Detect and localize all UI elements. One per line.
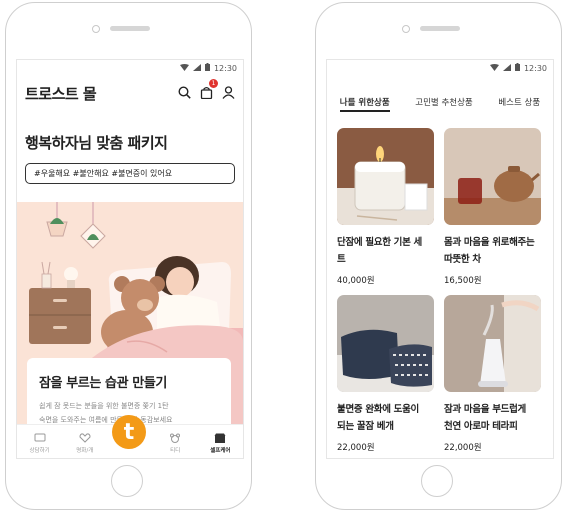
heart-icon	[79, 433, 91, 443]
card-title: 잠을 부르는 습관 만들기	[39, 376, 167, 391]
signal-icon	[192, 63, 201, 73]
home-button	[421, 465, 453, 497]
phone-right: 12:30 나를 위한상품 고민별 추천상품 베스트 상품 단잠에 필요한 기본…	[315, 2, 562, 510]
tab-label: 상담하기	[29, 448, 50, 454]
app-bar: 트로스트 몰 1	[17, 76, 243, 110]
signal-icon	[502, 63, 511, 73]
product-name-line: 천연 아로마 테라피	[444, 421, 518, 432]
status-time: 12:30	[213, 63, 237, 73]
product-image-diffuser	[444, 295, 541, 392]
product-name-line: 몸과 마음을 위로해주는	[444, 237, 535, 248]
product-price: 22,000원	[444, 443, 482, 453]
product-image-candle	[337, 128, 434, 225]
product-name-line: 잠과 마음을 부드럽게	[444, 404, 526, 415]
speaker	[420, 26, 460, 31]
tab-tidi[interactable]: 티디	[155, 433, 195, 454]
cart-button[interactable]: 1	[200, 78, 218, 103]
front-camera	[92, 25, 100, 33]
product-name: 불면증 완화에 도움이 되는 꿀잠 베개	[337, 401, 434, 435]
product-image-tea	[444, 128, 541, 225]
battery-icon	[204, 63, 210, 73]
product-name-line: 따뜻한 차	[444, 254, 481, 265]
concern-tags[interactable]: #우울해요 #불안해요 #불면증이 있어요	[25, 163, 235, 184]
speaker	[110, 26, 150, 31]
tab-by-concern[interactable]: 고민별 추천상품	[415, 96, 472, 112]
wifi-icon	[489, 63, 499, 73]
wifi-icon	[179, 63, 189, 73]
product-name: 몸과 마음을 위로해주는 따뜻한 차	[444, 234, 541, 268]
tab-label: 티디	[170, 448, 181, 454]
product-name-line: 단잠에 필요한 기본 세	[337, 237, 422, 248]
tab-best[interactable]: 베스트 상품	[498, 96, 540, 112]
battery-icon	[514, 63, 520, 73]
product-name-line: 되는 꿀잠 베개	[337, 421, 394, 432]
screen-left: 12:30 트로스트 몰 1 행복하자님 맞춤 패키지 #우울해요 #불안해요 …	[16, 59, 244, 459]
home-button	[111, 465, 143, 497]
app-title: 트로스트 몰	[25, 84, 97, 103]
status-bar: 12:30	[17, 60, 243, 76]
tab-label: 셀프케어	[210, 448, 231, 454]
tab-meditation[interactable]: 명화/개	[65, 433, 105, 454]
product-price: 16,500원	[444, 276, 482, 286]
cart-badge: 1	[209, 78, 218, 88]
chat-icon	[34, 433, 46, 443]
tab-selfcare[interactable]: 셀프케어	[200, 433, 240, 454]
product-name-line: 불면증 완화에 도움이	[337, 404, 419, 415]
profile-icon[interactable]	[222, 84, 235, 103]
search-icon[interactable]	[178, 84, 191, 103]
tab-for-me[interactable]: 나를 위한상품	[339, 96, 390, 112]
bear-icon	[169, 433, 181, 443]
product-name-line: 트	[337, 254, 346, 265]
tab-label: 명화/개	[76, 448, 94, 454]
product-name: 단잠에 필요한 기본 세 트	[337, 234, 434, 268]
status-time: 12:30	[523, 63, 547, 73]
card-desc-line: 쉽게 잠 못드는 분들을 위한 불면증 쫓기 1탄	[39, 402, 169, 410]
product-card[interactable]: 몸과 마음을 위로해주는 따뜻한 차 16,500원	[444, 128, 541, 286]
front-camera	[402, 25, 410, 33]
package-title: 행복하자님 맞춤 패키지	[25, 134, 168, 152]
product-image-pillow	[337, 295, 434, 392]
product-card[interactable]: 잠과 마음을 부드럽게 천연 아로마 테라피 22,000원	[444, 295, 541, 453]
product-name: 잠과 마음을 부드럽게 천연 아로마 테라피	[444, 401, 541, 435]
phone-left: 12:30 트로스트 몰 1 행복하자님 맞춤 패키지 #우울해요 #불안해요 …	[5, 2, 252, 510]
status-bar: 12:30	[327, 60, 553, 76]
tab-counseling[interactable]: 상담하기	[20, 433, 60, 454]
product-price: 22,000원	[337, 443, 375, 453]
screen-right: 12:30 나를 위한상품 고민별 추천상품 베스트 상품 단잠에 필요한 기본…	[326, 59, 554, 459]
trost-home-button[interactable]: t	[112, 415, 146, 449]
product-tabs: 나를 위한상품 고민별 추천상품 베스트 상품	[327, 76, 553, 112]
product-card[interactable]: 단잠에 필요한 기본 세 트 40,000원	[337, 128, 434, 286]
product-card[interactable]: 불면증 완화에 도움이 되는 꿀잠 베개 22,000원	[337, 295, 434, 453]
product-price: 40,000원	[337, 276, 375, 286]
shop-icon	[214, 433, 226, 443]
